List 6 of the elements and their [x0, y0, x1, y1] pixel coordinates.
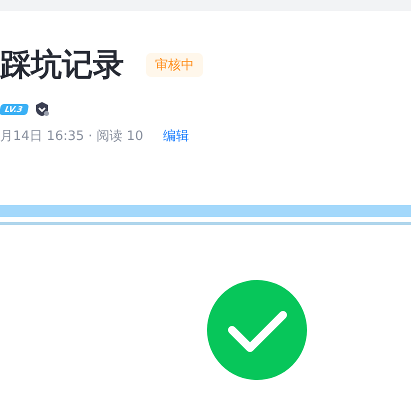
edit-link[interactable]: 编辑 — [163, 127, 190, 145]
article-title: 踩坑记录 — [0, 46, 124, 85]
publish-meta: 月14日 16:35 · 阅读 10 — [0, 128, 144, 145]
shield-icon — [34, 101, 50, 117]
level-badge: LV.3 — [0, 104, 29, 114]
status-badge: 审核中 — [146, 53, 203, 77]
